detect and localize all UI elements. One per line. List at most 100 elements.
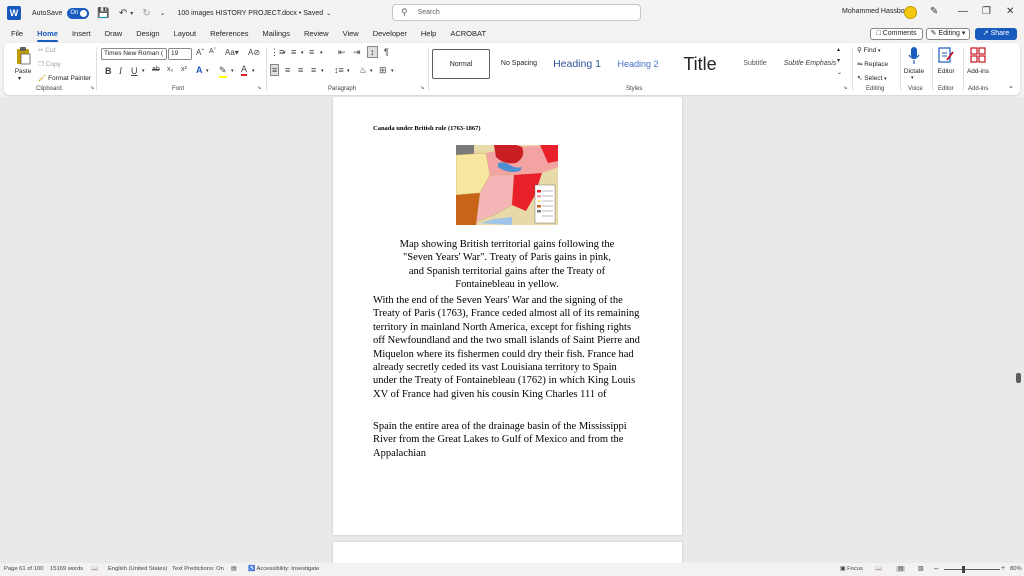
cut-button[interactable]: ✂ Cut xyxy=(38,46,55,54)
tab-references[interactable]: References xyxy=(203,26,255,42)
pen-icon[interactable]: ✎ xyxy=(930,6,938,17)
strikethrough-icon[interactable]: ab xyxy=(152,66,160,73)
zoom-in-icon[interactable]: + xyxy=(1001,565,1005,572)
show-formatting-icon[interactable]: ¶ xyxy=(384,47,389,57)
sort-icon[interactable]: ↕ xyxy=(367,46,378,58)
highlight-dropdown-icon[interactable]: ▾ xyxy=(231,68,234,74)
minimize-icon[interactable]: — xyxy=(958,6,968,17)
clipboard-launcher-icon[interactable]: ↘ xyxy=(90,85,94,91)
editing-mode-button[interactable]: ✎ Editing ▾ xyxy=(926,28,970,40)
superscript-icon[interactable]: x² xyxy=(181,66,187,73)
borders-icon[interactable]: ⊞ xyxy=(379,65,387,76)
avatar[interactable] xyxy=(904,6,917,19)
customize-toolbar-icon[interactable]: ⌄ xyxy=(160,9,166,17)
copy-button[interactable]: ❐ Copy xyxy=(38,60,61,68)
colonial-america-map-image[interactable] xyxy=(456,145,558,225)
tab-file[interactable]: File xyxy=(0,26,30,42)
style-no-spacing[interactable]: No Spacing xyxy=(494,49,544,79)
align-center-icon[interactable]: ≡ xyxy=(285,65,290,75)
tab-home[interactable]: Home xyxy=(30,26,65,42)
user-name[interactable]: Mohammed Hassbo xyxy=(842,8,905,15)
vertical-scrollbar-thumb[interactable] xyxy=(1016,373,1021,383)
language-status[interactable]: English (United States) xyxy=(108,566,167,572)
numbering-icon[interactable]: ≡ xyxy=(291,47,296,57)
font-launcher-icon[interactable]: ↘ xyxy=(257,85,261,91)
search-input[interactable]: ⚲ Search xyxy=(392,4,641,21)
macro-icon[interactable]: ▤ xyxy=(231,566,236,572)
bold-icon[interactable]: B xyxy=(105,66,112,76)
editor-button[interactable]: Editor xyxy=(933,47,959,75)
collapse-ribbon-icon[interactable]: ⌄ xyxy=(1008,82,1014,90)
tab-review[interactable]: Review xyxy=(297,26,336,42)
undo-icon[interactable]: ↶ xyxy=(119,8,127,19)
paste-dropdown-icon[interactable]: ▾ xyxy=(18,75,21,82)
read-mode-icon[interactable]: 📖 xyxy=(875,566,882,572)
format-painter-button[interactable]: 🖌 Format Painter xyxy=(38,74,91,82)
line-spacing-icon[interactable]: ↕≡ xyxy=(334,65,344,75)
restore-icon[interactable]: ❐ xyxy=(982,6,991,17)
underline-icon[interactable]: U xyxy=(131,66,138,76)
save-icon[interactable]: 💾 xyxy=(97,8,109,19)
tab-acrobat[interactable]: ACROBAT xyxy=(443,26,493,42)
autosave-toggle[interactable]: On xyxy=(67,7,90,19)
zoom-level[interactable]: 80% xyxy=(1010,566,1022,572)
select-button[interactable]: ↖ Select ▾ xyxy=(857,74,887,82)
tab-developer[interactable]: Developer xyxy=(366,26,414,42)
multilevel-dropdown-icon[interactable]: ▾ xyxy=(320,50,323,56)
clear-formatting-icon[interactable]: A⊘ xyxy=(248,48,260,57)
tab-insert[interactable]: Insert xyxy=(65,26,98,42)
undo-dropdown-icon[interactable]: ▾ xyxy=(130,10,133,17)
tab-mailings[interactable]: Mailings xyxy=(255,26,297,42)
find-button[interactable]: ⚲ Find ▾ xyxy=(857,46,881,54)
styles-scroll-up-icon[interactable]: ▴ xyxy=(837,46,840,53)
align-left-icon[interactable]: ≡ xyxy=(270,64,280,76)
dictate-button[interactable]: Dictate xyxy=(901,47,927,75)
styles-more-icon[interactable]: ⌄ xyxy=(837,69,842,76)
print-layout-icon[interactable]: ▤ xyxy=(896,566,906,572)
borders-dropdown-icon[interactable]: ▾ xyxy=(391,68,394,74)
redo-icon[interactable]: ↻ xyxy=(142,8,150,19)
grow-font-icon[interactable]: Aˆ xyxy=(196,48,204,57)
font-color-icon[interactable]: A xyxy=(241,65,248,76)
text-effects-dropdown-icon[interactable]: ▾ xyxy=(206,68,209,74)
style-heading-2[interactable]: Heading 2 xyxy=(610,49,666,79)
dictate-dropdown-icon[interactable]: ▾ xyxy=(911,75,914,81)
tab-draw[interactable]: Draw xyxy=(98,26,130,42)
font-size-select[interactable]: 19 xyxy=(168,48,192,60)
style-subtitle[interactable]: Subtitle xyxy=(732,49,778,79)
increase-indent-icon[interactable]: ⇥ xyxy=(353,47,361,58)
numbering-dropdown-icon[interactable]: ▾ xyxy=(301,50,304,56)
zoom-slider[interactable] xyxy=(944,569,1000,570)
style-subtle-emphasis[interactable]: Subtle Emphasis xyxy=(780,49,840,79)
justify-dropdown-icon[interactable]: ▾ xyxy=(321,68,324,74)
tab-design[interactable]: Design xyxy=(129,26,166,42)
multilevel-list-icon[interactable]: ≡ xyxy=(309,47,314,57)
shading-dropdown-icon[interactable]: ▾ xyxy=(370,68,373,74)
title-chevron-down-icon[interactable]: ⌄ xyxy=(326,10,331,17)
tab-help[interactable]: Help xyxy=(414,26,443,42)
tab-layout[interactable]: Layout xyxy=(167,26,204,42)
change-case-icon[interactable]: Aa▾ xyxy=(225,48,239,57)
word-count[interactable]: 15169 words xyxy=(50,566,83,572)
paste-button[interactable]: Paste xyxy=(10,47,36,75)
decrease-indent-icon[interactable]: ⇤ xyxy=(338,47,346,58)
share-button[interactable]: ↗ Share xyxy=(975,28,1017,40)
add-ins-button[interactable]: Add-ins xyxy=(964,47,992,75)
paragraph-launcher-icon[interactable]: ↘ xyxy=(420,85,424,91)
document-title[interactable]: 100 images HISTORY PROJECT.docx • Saved xyxy=(177,10,323,17)
styles-launcher-icon[interactable]: ↘ xyxy=(843,85,847,91)
justify-icon[interactable]: ≡ xyxy=(311,65,316,75)
proofing-icon[interactable]: 📖 xyxy=(91,566,98,572)
replace-button[interactable]: ⇋ Replace xyxy=(857,60,888,68)
web-layout-icon[interactable]: ▧ xyxy=(918,566,923,572)
styles-scroll-down-icon[interactable]: ▾ xyxy=(837,57,840,64)
comments-button[interactable]: □ Comments xyxy=(870,28,923,40)
font-color-dropdown-icon[interactable]: ▾ xyxy=(252,68,255,74)
italic-icon[interactable]: I xyxy=(119,66,122,76)
page-count[interactable]: Page 61 of 100 xyxy=(4,566,43,572)
accessibility-status[interactable]: ♿ Accessibility: Investigate xyxy=(248,566,319,572)
highlight-icon[interactable]: ✎ xyxy=(219,65,227,78)
underline-dropdown-icon[interactable]: ▾ xyxy=(142,68,145,74)
shrink-font-icon[interactable]: Aˇ xyxy=(209,48,216,55)
document-canvas[interactable]: Canada under British rule (1763-1867) Ma… xyxy=(0,97,1024,563)
